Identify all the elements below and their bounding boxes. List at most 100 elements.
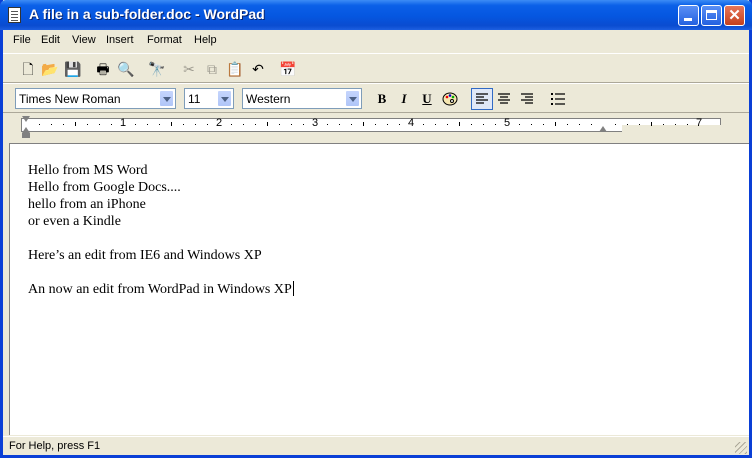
ruler-tick bbox=[159, 124, 160, 125]
ruler-tick bbox=[363, 122, 364, 126]
ruler-tick bbox=[207, 124, 208, 125]
ruler-tick bbox=[423, 124, 424, 125]
ruler-number: 7 bbox=[696, 117, 703, 129]
document-area[interactable]: Hello from MS Word Hello from Google Doc… bbox=[9, 143, 749, 435]
menu-help[interactable]: Help bbox=[194, 34, 217, 46]
ruler-tick bbox=[639, 124, 640, 125]
paste-icon[interactable]: 📋 bbox=[224, 58, 246, 80]
ruler-tick bbox=[579, 124, 580, 125]
ruler-tick bbox=[399, 124, 400, 125]
ruler-tick bbox=[555, 122, 556, 126]
ruler-tick bbox=[663, 124, 664, 125]
font-size-value: 11 bbox=[188, 92, 201, 106]
resize-grip-icon[interactable] bbox=[735, 442, 747, 454]
insert-datetime-icon[interactable]: 📅 bbox=[277, 58, 299, 80]
align-left-icon[interactable] bbox=[471, 88, 493, 110]
ruler-number: 3 bbox=[312, 117, 319, 129]
ruler-tick bbox=[387, 124, 388, 125]
menu-format[interactable]: Format bbox=[147, 34, 182, 46]
title-bar[interactable]: A file in a sub-folder.doc - WordPad ✕ bbox=[0, 0, 752, 30]
ruler-number: 1 bbox=[120, 117, 127, 129]
ruler-tick bbox=[135, 124, 136, 125]
chevron-down-icon[interactable] bbox=[159, 90, 174, 107]
ruler-tick bbox=[231, 124, 232, 125]
menu-edit[interactable]: Edit bbox=[41, 34, 60, 46]
open-folder-icon[interactable]: 📂 bbox=[39, 58, 61, 80]
menu-file[interactable]: File bbox=[13, 34, 31, 46]
copy-icon[interactable]: ⧉ bbox=[201, 58, 223, 80]
ruler-tick bbox=[375, 124, 376, 125]
font-size-select[interactable]: 11 bbox=[184, 88, 234, 109]
ruler-tick bbox=[195, 124, 196, 125]
wordpad-app-icon[interactable] bbox=[8, 7, 21, 23]
chevron-down-icon[interactable] bbox=[345, 90, 360, 107]
format-toolbar: Times New Roman 11 Western B I U bbox=[3, 83, 749, 113]
ruler-tick bbox=[147, 124, 148, 125]
ruler-tick bbox=[99, 124, 100, 125]
document-text[interactable]: Hello from MS Word Hello from Google Doc… bbox=[28, 162, 294, 298]
status-bar: For Help, press F1 bbox=[3, 436, 749, 456]
doc-line bbox=[28, 264, 294, 281]
align-right-icon[interactable] bbox=[516, 88, 538, 110]
menu-view[interactable]: View bbox=[72, 34, 96, 46]
ruler-tick bbox=[651, 122, 652, 126]
ruler[interactable]: 1 2 3 4 5 7 bbox=[3, 113, 749, 141]
ruler-tick bbox=[591, 124, 592, 125]
minimize-icon bbox=[684, 18, 692, 21]
palette-icon[interactable] bbox=[439, 88, 461, 110]
ruler-tick bbox=[111, 124, 112, 125]
ruler-tick bbox=[531, 124, 532, 125]
ruler-tick bbox=[51, 124, 52, 125]
ruler-tick bbox=[471, 124, 472, 125]
doc-line: An now an edit from WordPad in Windows X… bbox=[28, 282, 292, 297]
wordpad-window: A file in a sub-folder.doc - WordPad ✕ F… bbox=[0, 0, 752, 458]
underline-button[interactable]: U bbox=[416, 88, 438, 110]
bold-button[interactable]: B bbox=[371, 88, 393, 110]
ruler-tick bbox=[243, 124, 244, 125]
ruler-tick bbox=[615, 124, 616, 125]
bullets-icon[interactable] bbox=[547, 88, 569, 110]
ruler-tick bbox=[687, 124, 688, 125]
right-indent-marker[interactable] bbox=[599, 126, 607, 132]
status-text: For Help, press F1 bbox=[9, 440, 101, 452]
ruler-tick bbox=[567, 124, 568, 125]
ruler-tick bbox=[339, 124, 340, 125]
new-document-icon[interactable]: 🗋 bbox=[17, 58, 39, 80]
close-icon: ✕ bbox=[728, 7, 741, 24]
ruler-tick bbox=[255, 124, 256, 125]
ruler-tick bbox=[63, 124, 64, 125]
ruler-tick bbox=[351, 124, 352, 125]
script-select[interactable]: Western bbox=[242, 88, 362, 109]
find-icon[interactable]: 🔭 bbox=[146, 58, 168, 80]
print-icon[interactable]: 🖶 bbox=[92, 58, 114, 80]
maximize-icon bbox=[706, 10, 717, 20]
ruler-tick bbox=[627, 124, 628, 125]
maximize-button[interactable] bbox=[701, 5, 722, 26]
cut-icon[interactable]: ✂ bbox=[178, 58, 200, 80]
menu-insert[interactable]: Insert bbox=[106, 34, 134, 46]
italic-button[interactable]: I bbox=[393, 88, 415, 110]
undo-icon[interactable]: ↶ bbox=[247, 58, 269, 80]
window-title: A file in a sub-folder.doc - WordPad bbox=[29, 6, 265, 22]
ruler-tick bbox=[171, 122, 172, 126]
ruler-tick bbox=[543, 124, 544, 125]
save-icon[interactable]: 💾 bbox=[62, 58, 84, 80]
ruler-tick bbox=[435, 124, 436, 125]
close-button[interactable]: ✕ bbox=[724, 5, 745, 26]
ruler-right-margin bbox=[622, 125, 739, 137]
doc-line: Hello from Google Docs.... bbox=[28, 180, 181, 195]
ruler-tick bbox=[327, 124, 328, 125]
menu-bar: File Edit View Insert Format Help bbox=[3, 30, 749, 51]
print-preview-icon[interactable]: 🔍 bbox=[115, 58, 137, 80]
ruler-tick bbox=[87, 124, 88, 125]
left-margin-marker[interactable] bbox=[22, 133, 30, 138]
doc-line: Here’s an edit from IE6 and Windows XP bbox=[28, 248, 262, 263]
first-line-indent-marker[interactable] bbox=[22, 116, 30, 122]
ruler-tick bbox=[279, 124, 280, 125]
ruler-tick bbox=[447, 124, 448, 125]
font-name-select[interactable]: Times New Roman bbox=[15, 88, 176, 109]
standard-toolbar: 🗋 📂 💾 🖶 🔍 🔭 ✂ ⧉ 📋 ↶ 📅 bbox=[3, 53, 749, 83]
align-center-icon[interactable] bbox=[493, 88, 515, 110]
minimize-button[interactable] bbox=[678, 5, 699, 26]
chevron-down-icon[interactable] bbox=[217, 90, 232, 107]
